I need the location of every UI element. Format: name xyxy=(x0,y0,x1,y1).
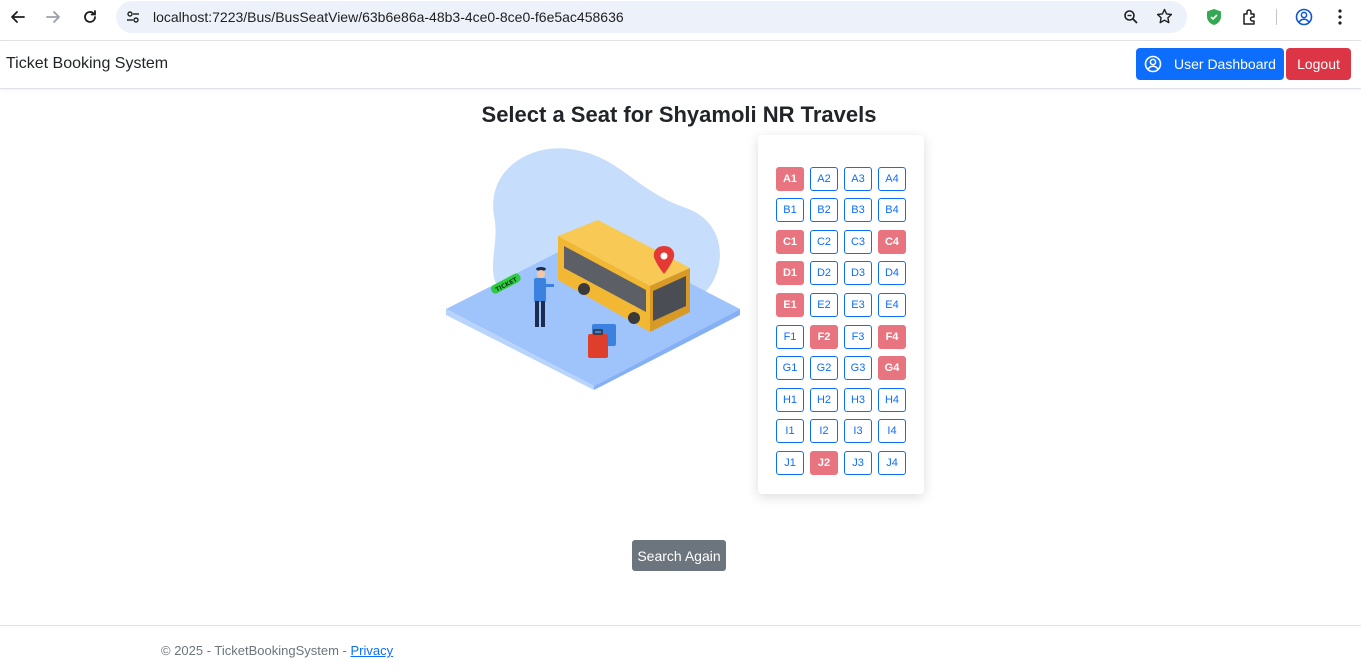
seat-map-card: A1 A2 A3 A4 B1 B2 B3 B4 C1 C2 C3 C4 D1 D2 D3 D4 E1 E2 E3 E4… xyxy=(758,135,924,494)
seat-d4[interactable]: D4 xyxy=(878,261,906,285)
seat-d3[interactable]: D3 xyxy=(844,261,872,285)
page-title: Select a Seat for Shyamoli NR Travels xyxy=(481,102,877,127)
footer-divider xyxy=(0,625,1361,626)
seat-f4: F4 xyxy=(878,325,906,349)
logout-button[interactable]: Logout xyxy=(1286,48,1351,80)
user-dashboard-label: User Dashboard xyxy=(1174,56,1276,72)
seat-row: A1 A2 A3 A4 xyxy=(758,167,924,191)
seat-f3[interactable]: F3 xyxy=(844,325,872,349)
app-navbar: Ticket Booking System User Dashboard Log… xyxy=(0,41,1361,89)
seat-h3[interactable]: H3 xyxy=(844,388,872,412)
bus-illustration: TICKET xyxy=(446,148,740,390)
arrow-right-icon xyxy=(46,11,60,23)
arrow-left-icon xyxy=(11,11,25,23)
seat-row: B1 B2 B3 B4 xyxy=(758,198,924,222)
seat-row: I1 I2 I3 I4 xyxy=(758,419,924,443)
seat-j1[interactable]: J1 xyxy=(776,451,804,475)
url-text[interactable]: localhost:7223/Bus/BusSeatView/63b6e86a-… xyxy=(153,9,624,25)
seat-c4: C4 xyxy=(878,230,906,254)
seat-i3[interactable]: I3 xyxy=(844,419,872,443)
seat-a1: A1 xyxy=(776,167,804,191)
copyright-text: © 2025 - TicketBookingSystem - xyxy=(161,643,351,658)
seat-row: G1 G2 G3 G4 xyxy=(758,356,924,380)
privacy-link[interactable]: Privacy xyxy=(351,643,394,658)
seat-d2[interactable]: D2 xyxy=(810,261,838,285)
seat-c3[interactable]: C3 xyxy=(844,230,872,254)
seat-a3[interactable]: A3 xyxy=(844,167,872,191)
seat-e4[interactable]: E4 xyxy=(878,293,906,317)
site-info-icon[interactable] xyxy=(126,10,140,24)
seat-i4[interactable]: I4 xyxy=(878,419,906,443)
seat-d1: D1 xyxy=(776,261,804,285)
shield-extension-icon[interactable] xyxy=(1205,8,1223,26)
seat-j4[interactable]: J4 xyxy=(878,451,906,475)
seat-h4[interactable]: H4 xyxy=(878,388,906,412)
seat-f2: F2 xyxy=(810,325,838,349)
seat-a2[interactable]: A2 xyxy=(810,167,838,191)
reload-icon xyxy=(84,10,96,23)
extensions-icon[interactable] xyxy=(1241,8,1259,26)
seat-row: H1 H2 H3 H4 xyxy=(758,388,924,412)
seat-j2: J2 xyxy=(810,451,838,475)
seat-e1: E1 xyxy=(776,293,804,317)
seat-row: D1 D2 D3 D4 xyxy=(758,261,924,285)
seat-row: E1 E2 E3 E4 xyxy=(758,293,924,317)
seat-g3[interactable]: G3 xyxy=(844,356,872,380)
profile-icon[interactable] xyxy=(1295,8,1313,26)
seat-g1[interactable]: G1 xyxy=(776,356,804,380)
seat-row: F1 F2 F3 F4 xyxy=(758,325,924,349)
seat-j3[interactable]: J3 xyxy=(844,451,872,475)
seat-c1: C1 xyxy=(776,230,804,254)
seat-e2[interactable]: E2 xyxy=(810,293,838,317)
seat-i1[interactable]: I1 xyxy=(776,419,804,443)
back-button[interactable] xyxy=(8,7,28,27)
seat-i2[interactable]: I2 xyxy=(810,419,838,443)
seat-g2[interactable]: G2 xyxy=(810,356,838,380)
kebab-menu-icon[interactable] xyxy=(1332,8,1348,26)
toolbar-separator xyxy=(1276,9,1277,25)
seat-f1[interactable]: F1 xyxy=(776,325,804,349)
forward-button[interactable] xyxy=(43,7,63,27)
seat-row: C1 C2 C3 C4 xyxy=(758,230,924,254)
zoom-icon[interactable] xyxy=(1123,9,1139,25)
location-pin-dot xyxy=(660,252,668,260)
bus-wheel-back xyxy=(578,283,590,295)
seat-h1[interactable]: H1 xyxy=(776,388,804,412)
seat-b3[interactable]: B3 xyxy=(844,198,872,222)
star-icon[interactable] xyxy=(1156,8,1173,25)
seat-b1[interactable]: B1 xyxy=(776,198,804,222)
seat-e3[interactable]: E3 xyxy=(844,293,872,317)
seat-b4[interactable]: B4 xyxy=(878,198,906,222)
browser-toolbar: localhost:7223/Bus/BusSeatView/63b6e86a-… xyxy=(0,0,1361,34)
user-dashboard-button[interactable]: User Dashboard xyxy=(1136,48,1284,80)
seat-row: J1 J2 J3 J4 xyxy=(758,451,924,475)
search-again-button[interactable]: Search Again xyxy=(632,540,726,571)
seat-h2[interactable]: H2 xyxy=(810,388,838,412)
address-bar[interactable]: localhost:7223/Bus/BusSeatView/63b6e86a-… xyxy=(116,1,1187,33)
footer: © 2025 - TicketBookingSystem - Privacy xyxy=(161,643,393,658)
seat-c2[interactable]: C2 xyxy=(810,230,838,254)
seat-g4: G4 xyxy=(878,356,906,380)
user-circle-icon xyxy=(1144,55,1162,73)
seat-b2[interactable]: B2 xyxy=(810,198,838,222)
seat-a4[interactable]: A4 xyxy=(878,167,906,191)
reload-button[interactable] xyxy=(80,7,100,27)
bus-wheel-front xyxy=(628,312,640,324)
brand-link[interactable]: Ticket Booking System xyxy=(6,55,168,73)
